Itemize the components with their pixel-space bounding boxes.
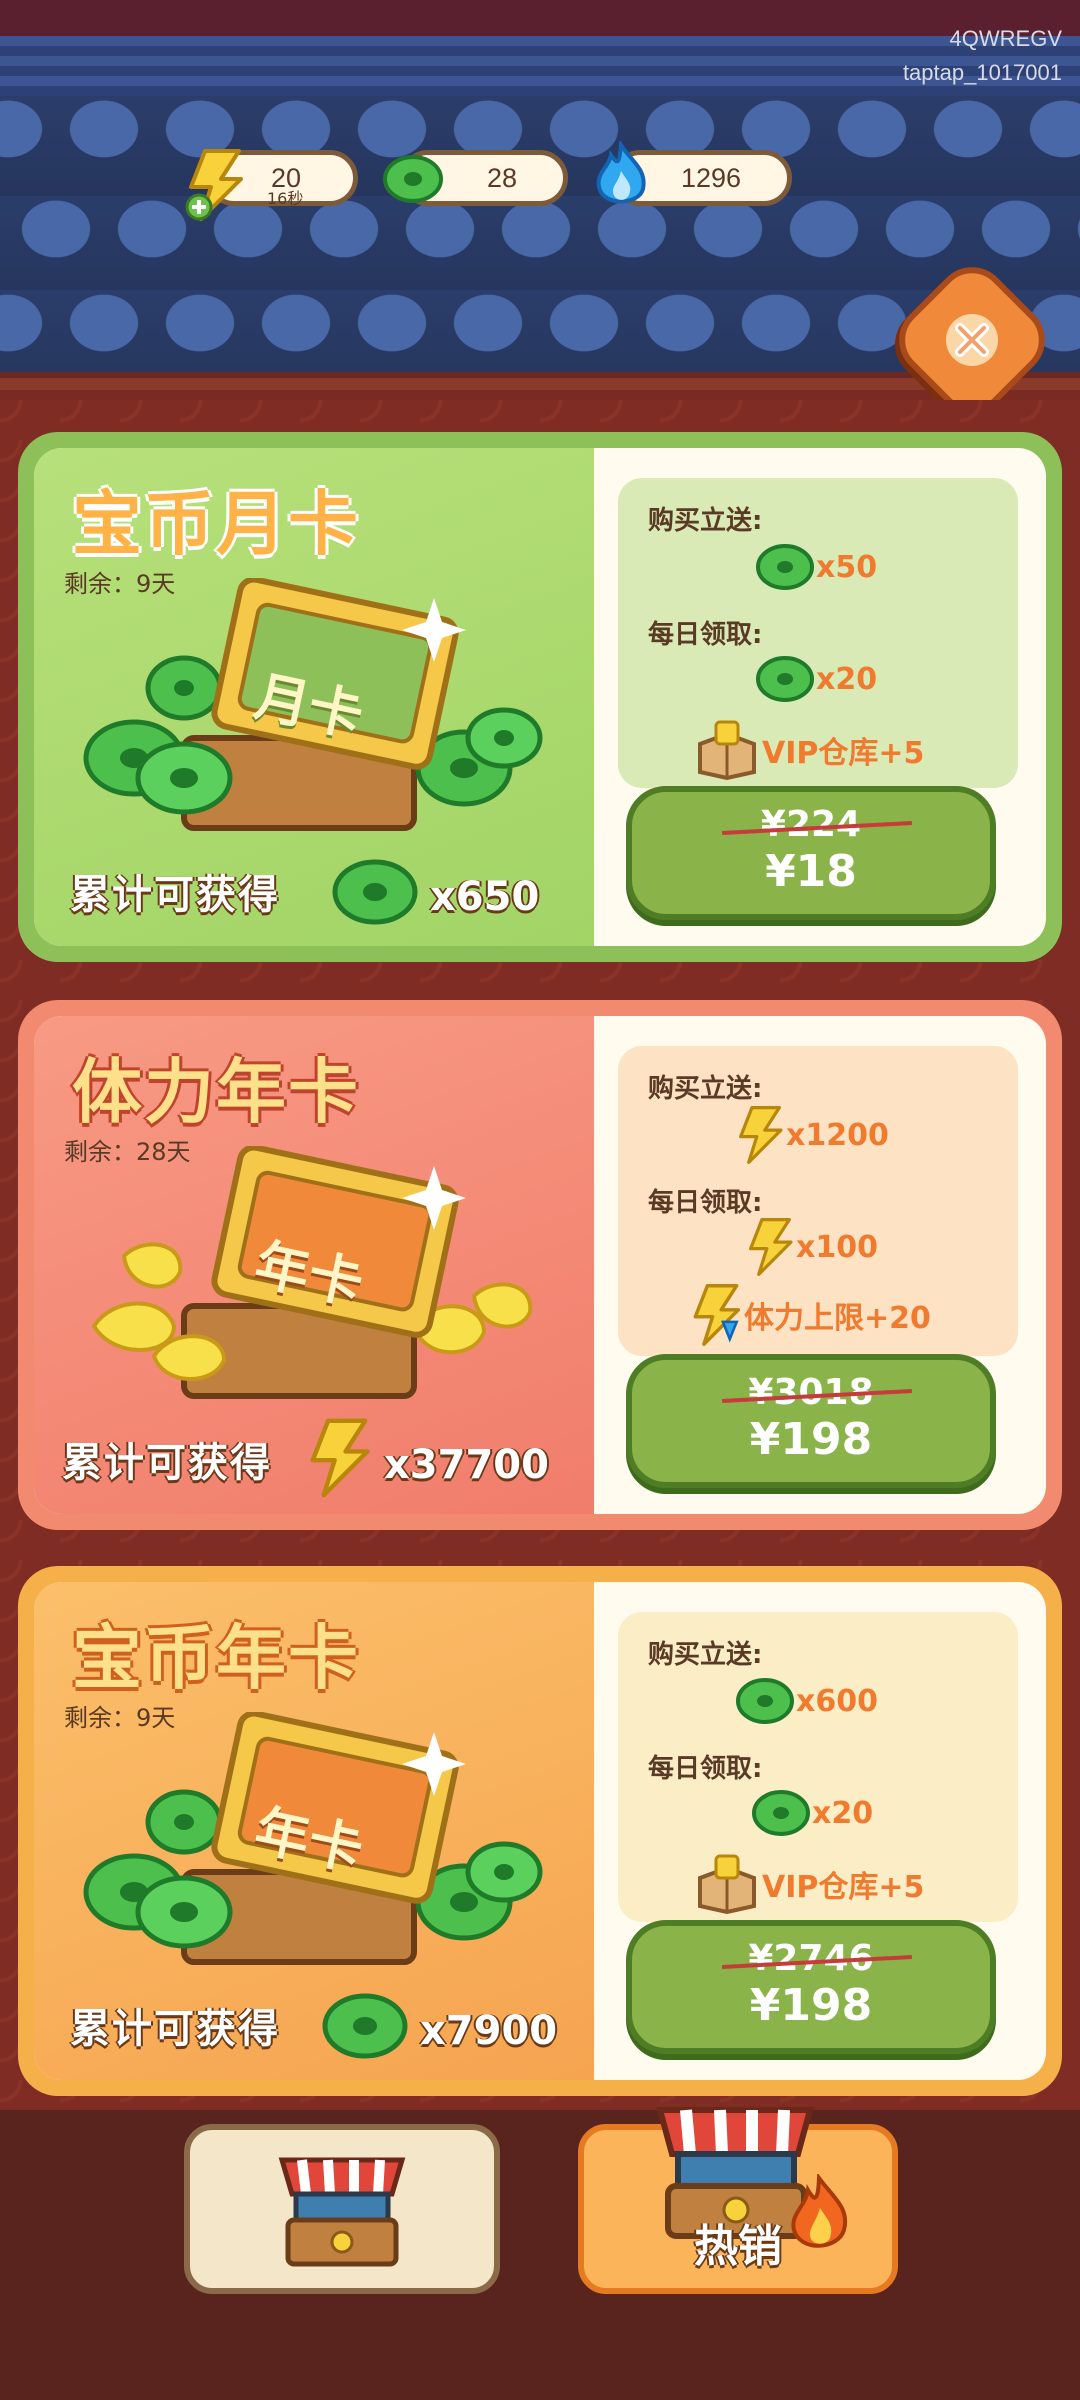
coin-value: 28 xyxy=(487,163,518,193)
watermark-code: 4QWREGV xyxy=(949,26,1062,51)
daily-row: x20 xyxy=(754,654,877,704)
stamina-counter[interactable]: 20 16秒 xyxy=(185,149,358,221)
flame-counter[interactable]: 1296 xyxy=(596,138,792,206)
reward-box: 购买立送: x600 每日领取: x20 VIP仓库+5 xyxy=(618,1612,1018,1922)
bonus-text: VIP仓库+5 xyxy=(762,1870,925,1905)
cumulative-value: x7900 xyxy=(420,2008,558,2054)
cumulative-label: 累计可获得 xyxy=(62,1440,272,1486)
daily-value: x100 xyxy=(796,1229,878,1265)
flame-value: 1296 xyxy=(681,163,742,193)
buy-gift-value: x50 xyxy=(816,549,878,585)
buy-gift-row: x600 xyxy=(734,1676,878,1726)
original-price: ¥3018 xyxy=(748,1372,874,1413)
blue-flame-icon xyxy=(591,138,651,215)
buy-button[interactable]: ¥224 ¥18 xyxy=(626,786,996,920)
bonus-row: VIP仓库+5 xyxy=(692,1854,924,1914)
tab-hot-label: 热销 xyxy=(694,2221,782,2272)
stamina-bolt-icon xyxy=(749,1218,793,1276)
tab-shop[interactable] xyxy=(184,2124,500,2294)
jade-coin-icon xyxy=(332,859,418,925)
sale-price: ¥18 xyxy=(765,846,857,897)
stamina-limit-icon xyxy=(693,1284,741,1346)
jade-coin-icon xyxy=(736,1678,794,1724)
daily-value: x20 xyxy=(812,1795,874,1831)
sale-price: ¥198 xyxy=(749,1414,873,1465)
close-icon xyxy=(946,314,998,366)
jade-coin-icon xyxy=(322,1993,408,2059)
watermark-user: taptap_1017001 xyxy=(902,60,1062,85)
buy-button[interactable]: ¥3018 ¥198 xyxy=(626,1354,996,1488)
cumulative-label: 累计可获得 xyxy=(70,2006,280,2052)
card-monthly-coin: 宝币月卡 剩余：9天 月卡 累计可获得 x650 购买立送: x50 每日领取:… xyxy=(18,432,1062,962)
bonus-text: VIP仓库+5 xyxy=(762,736,925,771)
card-art: 宝币年卡 剩余：9天 年卡 累计可获得 x7900 xyxy=(34,1582,594,2080)
daily-label: 每日领取: xyxy=(648,1754,763,1784)
buy-button[interactable]: ¥2746 ¥198 xyxy=(626,1920,996,2054)
coin-counter[interactable]: 28 xyxy=(383,150,568,206)
jade-coin-icon xyxy=(756,656,814,702)
buy-gift-label: 购买立送: xyxy=(648,506,763,536)
bonus-text: 体力上限+20 xyxy=(744,1301,931,1336)
original-price: ¥224 xyxy=(760,804,862,845)
buy-gift-label: 购买立送: xyxy=(648,1640,763,1670)
bottom-bar xyxy=(0,2110,1080,2400)
watermark: 4QWREGV taptap_1017001 xyxy=(903,22,1062,90)
cumulative-value: x37700 xyxy=(384,1442,549,1488)
bonus-row: 体力上限+20 xyxy=(688,1284,931,1346)
daily-value: x20 xyxy=(816,661,878,697)
vip-warehouse-icon xyxy=(698,720,756,780)
card-title: 宝币年卡 xyxy=(72,1617,360,1699)
jade-coin-icon xyxy=(756,544,814,590)
stamina-bolt-icon xyxy=(310,1418,370,1498)
card-art: 体力年卡 剩余：28天 年卡 累计可获得 x37700 xyxy=(34,1016,594,1514)
vip-warehouse-icon xyxy=(698,1854,756,1914)
daily-label: 每日领取: xyxy=(648,1188,763,1218)
reward-box: 购买立送: x50 每日领取: x20 VIP仓库+5 xyxy=(618,478,1018,788)
jade-coin-icon xyxy=(752,1790,810,1836)
card-title: 体力年卡 xyxy=(72,1051,360,1133)
daily-label: 每日领取: xyxy=(648,620,763,650)
stamina-bolt-icon xyxy=(183,149,247,225)
buy-gift-value: x600 xyxy=(796,1683,878,1719)
daily-row: x100 xyxy=(744,1218,878,1276)
card-yearly-coin: 宝币年卡 剩余：9天 年卡 累计可获得 x7900 购买立送: x600 每日领… xyxy=(18,1566,1062,2096)
buy-gift-label: 购买立送: xyxy=(648,1074,763,1104)
buy-gift-row: x50 xyxy=(754,542,877,592)
daily-row: x20 xyxy=(750,1788,873,1838)
cumulative-value: x650 xyxy=(430,874,540,920)
shop-stall-icon xyxy=(278,2157,406,2267)
tab-hot-sale[interactable]: 热销 xyxy=(578,2107,898,2294)
card-yearly-stamina: 体力年卡 剩余：28天 年卡 累计可获得 x37700 购买立送: x1200 … xyxy=(18,1000,1062,1530)
stamina-bolt-icon xyxy=(739,1106,783,1164)
buy-gift-value: x1200 xyxy=(786,1117,889,1153)
buy-gift-row: x1200 xyxy=(734,1106,889,1164)
stamina-timer: 16秒 xyxy=(267,189,304,208)
original-price: ¥2746 xyxy=(748,1938,874,1979)
card-art: 宝币月卡 剩余：9天 月卡 累计可获得 x650 xyxy=(34,448,594,946)
jade-coin-icon xyxy=(381,151,445,211)
reward-box: 购买立送: x1200 每日领取: x100 体力上限+20 xyxy=(618,1046,1018,1356)
bonus-row: VIP仓库+5 xyxy=(692,720,924,780)
card-title: 宝币月卡 xyxy=(72,483,360,565)
cumulative-label: 累计可获得 xyxy=(70,872,280,918)
sale-price: ¥198 xyxy=(749,1980,873,2031)
